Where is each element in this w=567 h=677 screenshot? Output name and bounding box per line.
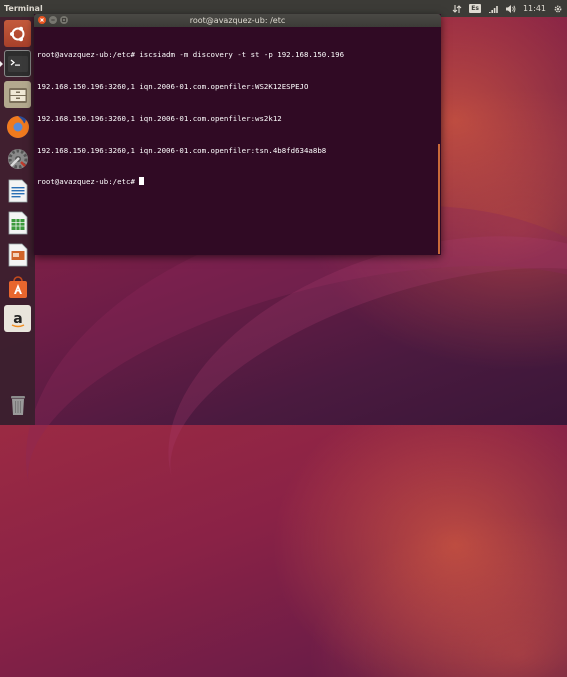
keyboard-layout-label: Es <box>469 4 481 13</box>
terminal-line: root@avazquez-ub:/etc# iscsiadm -m disco… <box>37 50 345 60</box>
launcher-item-amazon[interactable]: a <box>4 305 31 332</box>
launcher-item-files[interactable] <box>4 81 31 108</box>
terminal-line: 192.168.150.196:3260,1 iqn.2006-01.com.o… <box>37 145 327 155</box>
network-icon[interactable] <box>488 0 498 17</box>
writer-icon <box>8 179 27 202</box>
files-icon <box>8 87 27 103</box>
launcher-item-libreoffice-impress[interactable] <box>4 241 31 268</box>
ubuntu-logo-icon <box>9 26 24 41</box>
terminal-line: 192.168.150.196:3260,1 iqn.2006-01.com.o… <box>37 81 309 91</box>
window-title: root@avazquez-ub: /etc <box>189 16 286 25</box>
ubuntu-software-icon <box>8 275 27 298</box>
indicator-area: Es 11:41 <box>452 0 563 17</box>
launcher: a <box>0 17 35 425</box>
terminal-prompt-line[interactable]: root@avazquez-ub:/etc# <box>37 177 437 188</box>
terminal-window[interactable]: root@avazquez-ub: /etc root@avazquez-ub:… <box>34 14 441 255</box>
trash-icon <box>10 395 25 415</box>
window-titlebar[interactable]: root@avazquez-ub: /etc <box>34 14 441 27</box>
terminal-line: 192.168.150.196:3260,1 iqn.2006-01.com.o… <box>37 113 282 123</box>
launcher-item-ubuntu-dash[interactable] <box>4 20 31 47</box>
system-settings-icon <box>7 148 28 169</box>
transfer-icon[interactable] <box>452 0 462 17</box>
firefox-icon <box>6 115 29 138</box>
amazon-icon: a <box>11 311 24 327</box>
launcher-item-libreoffice-calc[interactable] <box>4 209 31 236</box>
impress-icon <box>8 243 27 266</box>
terminal-scrollbar[interactable] <box>438 144 440 254</box>
terminal-icon <box>7 55 28 72</box>
launcher-item-trash[interactable] <box>4 391 31 418</box>
terminal-cursor <box>139 177 145 186</box>
settings-gear-icon[interactable] <box>553 0 563 17</box>
keyboard-layout-indicator[interactable]: Es <box>469 0 481 17</box>
launcher-item-system-settings[interactable] <box>4 145 31 172</box>
svg-text:a: a <box>13 311 22 327</box>
terminal-prompt: root@avazquez-ub:/etc# <box>37 177 140 187</box>
calc-icon <box>8 211 27 234</box>
volume-icon[interactable] <box>505 0 516 17</box>
clock[interactable]: 11:41 <box>523 0 546 17</box>
terminal-output[interactable]: root@avazquez-ub:/etc# iscsiadm -m disco… <box>37 29 437 209</box>
launcher-item-libreoffice-writer[interactable] <box>4 177 31 204</box>
launcher-item-firefox[interactable] <box>4 113 31 140</box>
launcher-item-ubuntu-software[interactable] <box>4 273 31 300</box>
launcher-item-terminal[interactable] <box>4 50 31 77</box>
active-app-title: Terminal <box>4 4 43 13</box>
active-window-pip <box>0 61 3 67</box>
